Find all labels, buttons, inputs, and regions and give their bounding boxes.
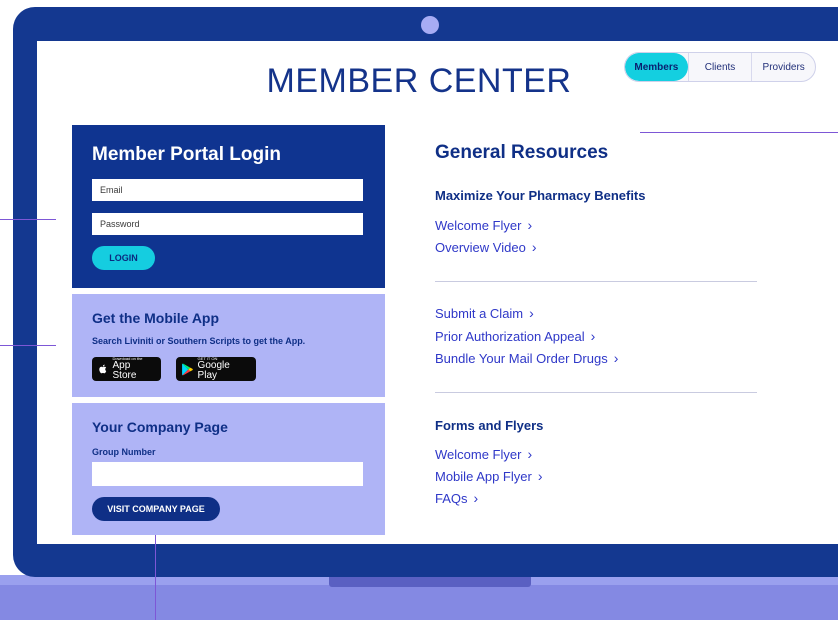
link-welcome-flyer[interactable]: Welcome Flyer › — [435, 217, 532, 233]
callout-line-resources — [640, 132, 838, 133]
password-field[interactable] — [92, 213, 363, 235]
link-text: Mobile App Flyer — [435, 469, 532, 484]
google-play-icon — [182, 363, 193, 375]
tab-members[interactable]: Members — [625, 53, 688, 81]
group-number-field[interactable] — [92, 462, 363, 486]
member-portal-login-panel: Member Portal Login LOGIN — [72, 125, 385, 288]
chevron-right-icon: › — [531, 239, 537, 255]
chevron-right-icon: › — [537, 468, 543, 484]
chevron-right-icon: › — [529, 305, 534, 321]
link-prior-authorization-appeal[interactable]: Prior Authorization Appeal › — [435, 328, 595, 344]
section-divider — [435, 392, 757, 393]
email-field[interactable] — [92, 179, 363, 201]
tab-providers[interactable]: Providers — [751, 53, 815, 81]
chevron-right-icon: › — [527, 217, 533, 233]
link-text: Welcome Flyer — [435, 447, 522, 462]
apple-icon — [99, 364, 107, 374]
group-number-label: Group Number — [92, 447, 156, 457]
link-text: Bundle Your Mail Order Drugs — [435, 351, 608, 366]
google-play-badge[interactable]: GET IT ON Google Play — [176, 357, 256, 381]
link-submit-claim[interactable]: Submit a Claim › — [435, 305, 534, 321]
callout-line-company — [155, 535, 156, 620]
link-text: Prior Authorization Appeal — [435, 329, 585, 344]
section-divider — [435, 281, 757, 282]
company-page-panel: Your Company Page Group Number VISIT COM… — [72, 403, 385, 535]
app-store-text: App Store — [112, 360, 137, 381]
link-text: Overview Video — [435, 240, 526, 255]
link-text: Submit a Claim — [435, 306, 524, 321]
app-store-badge[interactable]: Download on the App Store — [92, 357, 161, 381]
callout-line-mobile-app — [0, 345, 56, 346]
mobile-app-panel: Get the Mobile App Search Liviniti or So… — [72, 294, 385, 397]
mobile-app-title: Get the Mobile App — [92, 310, 220, 326]
webcam-icon — [421, 16, 439, 34]
link-bundle-mail-order-drugs[interactable]: Bundle Your Mail Order Drugs › — [435, 350, 618, 366]
audience-tabs: Members Clients Providers — [624, 52, 816, 82]
chevron-right-icon: › — [527, 446, 533, 462]
chevron-right-icon: › — [613, 350, 619, 366]
chevron-right-icon: › — [590, 328, 596, 344]
login-button[interactable]: LOGIN — [92, 246, 155, 270]
mobile-app-subtitle: Search Liviniti or Southern Scripts to g… — [92, 336, 306, 346]
link-mobile-app-flyer[interactable]: Mobile App Flyer › — [435, 468, 543, 484]
link-welcome-flyer-2[interactable]: Welcome Flyer › — [435, 446, 532, 462]
section-heading-forms-flyers: Forms and Flyers — [435, 418, 544, 433]
link-text: Welcome Flyer — [435, 218, 522, 233]
link-overview-video[interactable]: Overview Video › — [435, 239, 536, 255]
company-page-title: Your Company Page — [92, 419, 228, 435]
callout-line-login — [0, 219, 56, 220]
link-faqs[interactable]: FAQs › — [435, 490, 478, 506]
chevron-right-icon: › — [473, 490, 479, 506]
login-title: Member Portal Login — [92, 144, 281, 165]
google-play-text: Google Play — [197, 360, 230, 381]
visit-company-page-button[interactable]: VISIT COMPANY PAGE — [92, 497, 220, 521]
general-resources-title: General Resources — [435, 142, 609, 163]
link-text: FAQs — [435, 491, 468, 506]
section-heading-pharmacy-benefits: Maximize Your Pharmacy Benefits — [435, 188, 646, 203]
tab-clients[interactable]: Clients — [687, 53, 752, 81]
